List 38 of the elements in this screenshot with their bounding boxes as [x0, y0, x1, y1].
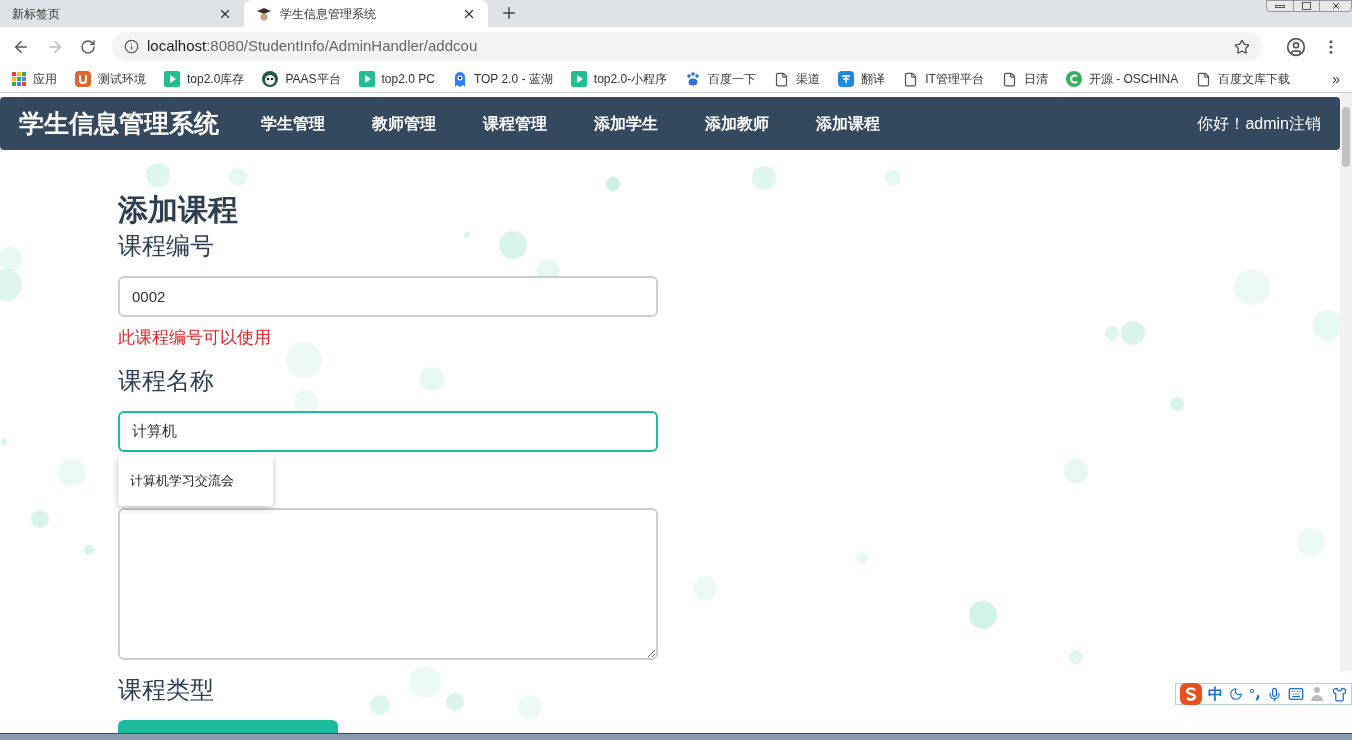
bookmark-item[interactable]: PAAS平台: [262, 70, 341, 88]
text-input[interactable]: 0002: [118, 276, 658, 317]
bookmark-item[interactable]: 百度一下: [685, 70, 757, 88]
brand-title[interactable]: 学生信息管理系统: [19, 104, 219, 143]
nav-link[interactable]: 学生管理: [261, 111, 325, 136]
bookmark-item[interactable]: 开源 - OSCHINA: [1065, 70, 1179, 88]
suggestion-item[interactable]: 计算机学习交流会: [118, 458, 273, 502]
nav-link[interactable]: 添加学生: [594, 111, 658, 136]
browser-tab[interactable]: 新标签页: [0, 0, 244, 27]
field-label: 课程编号: [118, 231, 214, 261]
url-text: localhost:8080/StudentInfo/AdminHandler/addcou: [147, 36, 479, 57]
bookmark-item[interactable]: top2.0 PC: [358, 70, 435, 88]
text-input[interactable]: 计算机: [118, 410, 658, 452]
validation-message: 此课程编号可以使用: [118, 327, 271, 349]
nav-link[interactable]: 添加课程: [816, 111, 880, 136]
nav-link[interactable]: 添加教师: [705, 111, 769, 136]
bookmark-item[interactable]: 日清: [1001, 70, 1048, 88]
bookmark-item[interactable]: 应用: [12, 70, 57, 88]
tab-title: 学生信息管理系统: [280, 5, 377, 23]
bookmark-item[interactable]: 百度文库下载: [1196, 70, 1291, 88]
nav-link[interactable]: 教师管理: [372, 111, 436, 136]
browser-tab[interactable]: 学生信息管理系统: [244, 0, 488, 27]
field-label: 课程名称: [118, 365, 214, 396]
bookmark-item[interactable]: top2.0库存: [164, 70, 245, 88]
bookmark-item[interactable]: 渠道: [774, 70, 821, 88]
bookmark-item[interactable]: IT管理平台: [903, 70, 984, 88]
bookmark-item[interactable]: 翻译: [838, 70, 886, 88]
bookmark-item[interactable]: TOP 2.0 - 蓝湖: [452, 70, 553, 88]
page-title: 添加课程: [118, 192, 239, 228]
ime-language[interactable]: 中: [1208, 682, 1223, 706]
user-greeting[interactable]: 你好！admin注销: [1197, 111, 1321, 136]
nav-link[interactable]: 课程管理: [483, 111, 547, 136]
field-label: 课程类型: [118, 674, 214, 705]
tab-title: 新标签页: [12, 5, 61, 23]
bookmark-item[interactable]: top2.0-小程序: [570, 70, 668, 88]
bookmark-item[interactable]: 测试环境: [75, 70, 146, 88]
more-bookmarks[interactable]: »: [1332, 68, 1340, 90]
address-bar[interactable]: localhost:8080/StudentInfo/AdminHandler/addcou: [112, 32, 1262, 61]
